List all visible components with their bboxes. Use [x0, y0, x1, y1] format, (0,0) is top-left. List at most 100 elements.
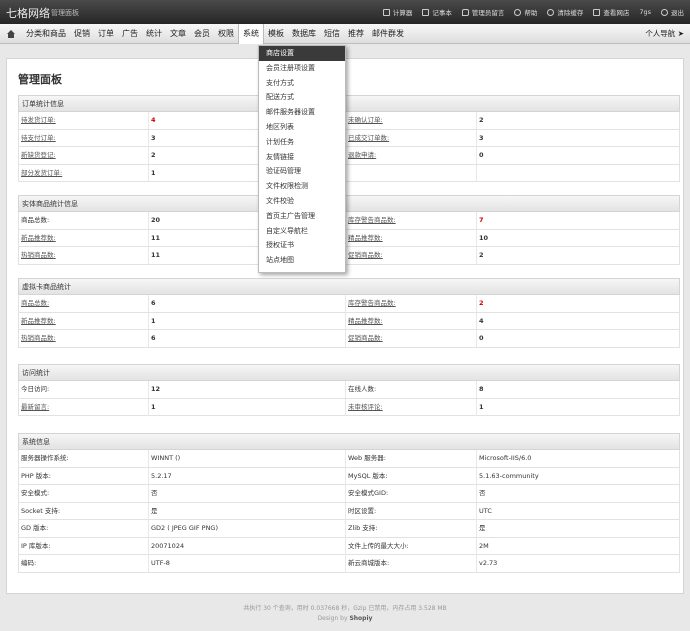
- label-text[interactable]: 热销商品数:: [21, 334, 56, 342]
- dropdown-item-7[interactable]: 友情链接: [259, 150, 345, 165]
- value-text: 1: [151, 168, 156, 177]
- row-label: 已成交订单数:: [346, 129, 477, 147]
- top-link-4[interactable]: 清除缓存: [547, 7, 583, 17]
- value-text: 4: [479, 316, 484, 325]
- label-text: 在线人数:: [348, 385, 377, 393]
- dropdown-item-2[interactable]: 支付方式: [259, 76, 345, 91]
- dropdown-item-10[interactable]: 文件校验: [259, 194, 345, 209]
- footer-design-brand[interactable]: Shopiy: [349, 615, 372, 622]
- top-link-5[interactable]: 查看网店: [593, 7, 629, 17]
- dropdown-item-1[interactable]: 会员注册项设置: [259, 61, 345, 76]
- dropdown-item-14[interactable]: 站点地图: [259, 253, 345, 268]
- dropdown-item-0[interactable]: 商店设置: [259, 46, 345, 61]
- nav-item-6[interactable]: 会员: [190, 24, 214, 44]
- label-text[interactable]: 已成交订单数:: [348, 134, 389, 142]
- label-text[interactable]: 未确认订单:: [348, 116, 383, 124]
- label-text: 今日访问:: [21, 385, 50, 393]
- row-value: 1: [149, 398, 346, 416]
- nav-item-3[interactable]: 广告: [118, 24, 142, 44]
- row-label: 精品推荐数:: [346, 312, 477, 330]
- section-0: 订单统计信息 待发货订单: 4 未确认订单: 2 待支付订单: 3 已成交订单数: 3 新缺货登记…: [18, 95, 680, 182]
- label-text: 新云商城版本:: [348, 559, 390, 567]
- value-text: 8: [479, 385, 484, 393]
- label-text[interactable]: 待发货订单:: [21, 116, 56, 124]
- row-value: 2: [477, 295, 681, 312]
- label-text[interactable]: 退款申请:: [348, 151, 376, 159]
- label-text[interactable]: 促销商品数:: [348, 251, 383, 259]
- label-text[interactable]: 精品推荐数:: [348, 234, 383, 242]
- brand-subtitle: 管理面板: [51, 9, 79, 17]
- top-link-3[interactable]: 帮助: [514, 7, 537, 17]
- row-value: 3: [477, 130, 681, 147]
- table-row: PHP 版本: 5.2.17 MySQL 版本: 5.1.63-community: [18, 467, 681, 485]
- label-text[interactable]: 新品推荐数:: [21, 234, 56, 242]
- row-label: Socket 支持:: [19, 502, 149, 520]
- personal-nav[interactable]: 个人导航 ➤: [645, 24, 684, 44]
- label-text[interactable]: 热销商品数:: [21, 251, 56, 259]
- top-link-label: 记事本: [432, 9, 452, 17]
- value-text: 10: [479, 233, 489, 242]
- top-link-7[interactable]: 退出: [661, 7, 684, 17]
- label-text[interactable]: 库存警告商品数:: [348, 216, 396, 224]
- label-text[interactable]: 新缺货登记:: [21, 151, 56, 159]
- row-label: 安全模式GID:: [346, 485, 477, 502]
- label-text[interactable]: 部分发货订单:: [21, 169, 62, 177]
- nav-item-8[interactable]: 系统: [238, 24, 264, 44]
- label-text: 商品总数:: [21, 216, 50, 224]
- brand-logo[interactable]: 七格网络: [6, 5, 50, 21]
- label-text[interactable]: 待支付订单:: [21, 134, 56, 142]
- nav-item-11[interactable]: 短信: [320, 24, 344, 44]
- nav-item-1[interactable]: 促销: [70, 24, 94, 44]
- dropdown-item-6[interactable]: 计划任务: [259, 135, 345, 150]
- row-value: 5.1.63-community: [477, 468, 681, 485]
- row-label: 新云商城版本:: [346, 555, 477, 572]
- nav-item-4[interactable]: 统计: [142, 24, 166, 44]
- row-label: 热销商品数:: [19, 247, 149, 264]
- dropdown-item-12[interactable]: 自定义导航栏: [259, 224, 345, 239]
- row-label: 商品总数:: [19, 212, 149, 229]
- label-text[interactable]: 商品总数:: [21, 299, 49, 307]
- dropdown-item-9[interactable]: 文件权限检测: [259, 179, 345, 194]
- refresh-icon: [547, 8, 555, 16]
- top-link-2[interactable]: 管理员留言: [461, 7, 504, 17]
- table-row: 待发货订单: 4 未确认订单: 2: [18, 112, 680, 130]
- dropdown-item-4[interactable]: 邮件服务器设置: [259, 105, 345, 120]
- nav-item-5[interactable]: 文章: [166, 24, 190, 44]
- section-4: 系统信息 服务器操作系统: WINNT () Web 服务器: Microsoft-II…: [18, 433, 680, 573]
- top-link-0[interactable]: 计算器: [382, 7, 412, 17]
- top-links: 计算器 记事本 管理员留言 帮助 清除缓存 查看网店 7gs 退出: [373, 0, 684, 24]
- row-label: 促销商品数:: [346, 330, 477, 347]
- row-label: 精品推荐数:: [346, 229, 477, 247]
- value-text: 是: [151, 506, 158, 515]
- dropdown-item-5[interactable]: 地区列表: [259, 120, 345, 135]
- dropdown-item-8[interactable]: 验证码管理: [259, 164, 345, 179]
- value-text: 否: [151, 489, 158, 497]
- label-text: 服务器操作系统:: [21, 454, 69, 462]
- nav-item-13[interactable]: 邮件群发: [368, 24, 408, 44]
- nav-item-7[interactable]: 权限: [214, 24, 238, 44]
- row-label: GD 版本:: [19, 520, 149, 537]
- row-value: 4: [477, 313, 681, 330]
- label-text[interactable]: 新品推荐数:: [21, 317, 56, 325]
- nav-item-9[interactable]: 模板: [264, 24, 288, 44]
- label-text[interactable]: 库存警告商品数:: [348, 299, 396, 307]
- row-value: UTF-8: [149, 555, 346, 572]
- home-icon[interactable]: [6, 30, 16, 38]
- top-link-1[interactable]: 记事本: [422, 7, 452, 17]
- dropdown-item-13[interactable]: 授权证书: [259, 238, 345, 253]
- top-link-6[interactable]: 7gs: [639, 8, 651, 16]
- nav-item-0[interactable]: 分类和商品: [22, 24, 70, 44]
- nav-item-10[interactable]: 数据库: [288, 24, 320, 44]
- nav-item-2[interactable]: 订单: [94, 24, 118, 44]
- dropdown-item-3[interactable]: 配送方式: [259, 90, 345, 105]
- row-label: [346, 164, 477, 182]
- help-icon: [514, 8, 522, 16]
- row-label: 热销商品数:: [19, 330, 149, 347]
- nav-item-12[interactable]: 推荐: [344, 24, 368, 44]
- dropdown-item-11[interactable]: 首页主广告管理: [259, 209, 345, 224]
- label-text[interactable]: 促销商品数:: [348, 334, 383, 342]
- label-text[interactable]: 精品推荐数:: [348, 317, 383, 325]
- top-bar: 七格网络 管理面板 计算器 记事本 管理员留言 帮助 清除缓存 查看网店 7gs 退出: [0, 0, 690, 24]
- label-text[interactable]: 未审核评论:: [348, 403, 383, 411]
- label-text[interactable]: 最新留言:: [21, 403, 49, 411]
